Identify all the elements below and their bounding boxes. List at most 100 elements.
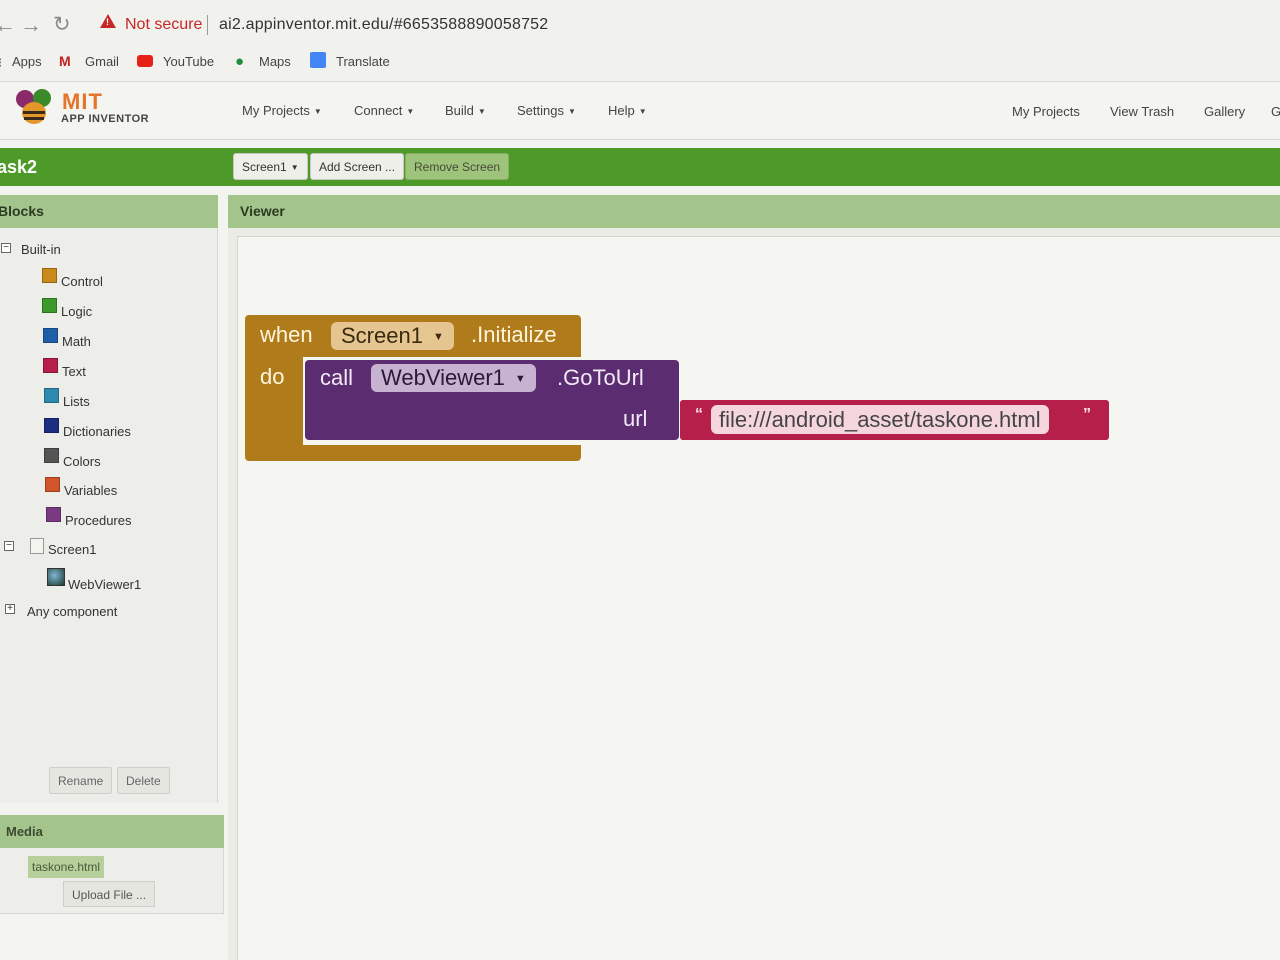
category-color-swatch [43, 328, 58, 343]
dropdown-caret-icon: ▼ [514, 373, 526, 386]
link-truncated[interactable]: G [1271, 104, 1280, 119]
method-name: .GoToUrl [557, 365, 644, 390]
browser-url-bar: ← → ↻ ! Not secure ai2.appinventor.mit.e… [0, 0, 1280, 50]
project-toolbar: ask2 Screen1 ▼ Add Screen ... Remove Scre… [0, 148, 1280, 186]
screen-icon [30, 538, 44, 554]
link-view-trash[interactable]: View Trash [1110, 104, 1174, 119]
translate-icon [310, 52, 326, 68]
remove-screen-button[interactable]: Remove Screen [405, 153, 510, 180]
bookmark-apps[interactable]: Apps [12, 54, 42, 69]
do-label: do [260, 364, 285, 389]
category-text[interactable]: Text [62, 364, 86, 379]
collapse-screen-icon[interactable]: − [4, 541, 14, 551]
category-logic[interactable]: Logic [61, 304, 92, 319]
rename-button[interactable]: Rename [49, 767, 113, 794]
call-component-dropdown[interactable]: WebViewer1 ▼ [371, 364, 536, 392]
chevron-down-icon: ▼ [567, 107, 576, 117]
menu-label: My Projects [242, 103, 310, 118]
chevron-down-icon: ▼ [290, 163, 299, 173]
back-arrow-icon[interactable]: ← [0, 12, 16, 38]
category-control[interactable]: Control [61, 274, 103, 289]
event-component-dropdown[interactable]: Screen1 ▼ [331, 322, 454, 350]
media-file-item[interactable]: taskone.html [28, 856, 105, 878]
expand-any-component-icon[interactable]: + [5, 604, 15, 614]
menu-my-projects[interactable]: My Projects ▼ [242, 103, 322, 118]
link-my-projects[interactable]: My Projects [1012, 104, 1080, 119]
upload-file-button[interactable]: Upload File ... [63, 881, 156, 907]
add-screen-button[interactable]: Add Screen ... [310, 153, 405, 180]
not-secure-label[interactable]: Not secure [125, 16, 202, 34]
bookmarks-bar: ⁝ Apps M Gmail YouTube ● Maps Translate [0, 50, 1280, 82]
category-colors[interactable]: Colors [63, 454, 101, 469]
category-color-swatch [45, 477, 60, 492]
category-dictionaries[interactable]: Dictionaries [63, 424, 131, 439]
logo-subtitle[interactable]: APP INVENTOR [61, 113, 149, 125]
blocks-panel-header: Blocks [0, 195, 218, 228]
text-string-value[interactable]: file:///android_asset/taskone.html [711, 405, 1049, 434]
app-inventor-bee-icon[interactable] [12, 87, 56, 127]
media-panel-header: Media [0, 815, 224, 848]
address-separator [207, 15, 208, 35]
category-procedures[interactable]: Procedures [65, 513, 131, 528]
bookmark-translate[interactable]: Translate [336, 54, 390, 69]
category-color-swatch [46, 507, 61, 522]
event-name: .Initialize [471, 322, 557, 347]
forward-arrow-icon[interactable]: → [20, 12, 42, 38]
viewer-header: Viewer [228, 195, 1280, 228]
logo-title[interactable]: MIT [62, 89, 103, 115]
url-arg-label: url [623, 406, 648, 431]
menu-label: Help [608, 103, 635, 118]
delete-button[interactable]: Delete [117, 767, 170, 794]
menu-connect[interactable]: Connect ▼ [354, 103, 414, 118]
tree-webviewer1[interactable]: WebViewer1 [68, 577, 141, 592]
category-color-swatch [43, 358, 58, 373]
app-header: MIT APP INVENTOR My Projects ▼ Connect ▼ B… [0, 83, 1280, 140]
link-gallery[interactable]: Gallery [1204, 104, 1245, 119]
category-color-swatch [44, 418, 59, 433]
call-component-label: WebViewer1 [381, 365, 505, 390]
menu-label: Build [445, 103, 474, 118]
category-lists[interactable]: Lists [63, 394, 90, 409]
reload-icon[interactable]: ↻ [53, 12, 71, 37]
menu-build[interactable]: Build ▼ [445, 103, 486, 118]
bookmark-youtube[interactable]: YouTube [163, 54, 214, 69]
youtube-icon [137, 55, 153, 67]
category-color-swatch [42, 268, 57, 283]
blocks-panel-title: Blocks [0, 203, 44, 219]
bookmark-gmail[interactable]: Gmail [85, 54, 119, 69]
apps-grid-icon: ⁝ [0, 55, 2, 71]
tree-any-component[interactable]: Any component [27, 604, 117, 619]
media-panel-title: Media [6, 824, 43, 839]
warning-mark: ! [106, 17, 109, 27]
when-label: when [260, 322, 313, 347]
chevron-down-icon: ▼ [406, 107, 415, 117]
open-quote: “ [695, 406, 703, 423]
category-variables[interactable]: Variables [64, 483, 117, 498]
category-math[interactable]: Math [62, 334, 91, 349]
menu-help[interactable]: Help ▼ [608, 103, 647, 118]
event-component-label: Screen1 [341, 323, 423, 348]
menu-label: Connect [354, 103, 403, 118]
screen-select-button[interactable]: Screen1 ▼ [233, 153, 308, 180]
chevron-down-icon: ▼ [477, 107, 486, 117]
viewer-title: Viewer [240, 203, 285, 219]
maps-pin-icon: ● [235, 53, 245, 70]
address-bar[interactable]: ai2.appinventor.mit.edu/#665358889005875… [219, 16, 548, 34]
screen-select-label: Screen1 [242, 160, 287, 174]
call-label: call [320, 365, 354, 390]
tree-screen1[interactable]: Screen1 [48, 542, 96, 557]
webviewer-globe-icon [47, 568, 65, 586]
category-color-swatch [44, 388, 59, 403]
dropdown-caret-icon: ▼ [432, 331, 444, 344]
chevron-down-icon: ▼ [313, 107, 322, 117]
menu-label: Settings [517, 103, 564, 118]
category-color-swatch [42, 298, 57, 313]
tree-builtin[interactable]: Built-in [21, 242, 61, 257]
chevron-down-icon: ▼ [638, 107, 647, 117]
bookmark-maps[interactable]: Maps [259, 54, 291, 69]
project-name: ask2 [0, 157, 38, 177]
category-color-swatch [44, 448, 59, 463]
collapse-builtin-icon[interactable]: − [1, 243, 11, 253]
menu-settings[interactable]: Settings ▼ [517, 103, 576, 118]
gmail-icon: M [59, 53, 71, 69]
